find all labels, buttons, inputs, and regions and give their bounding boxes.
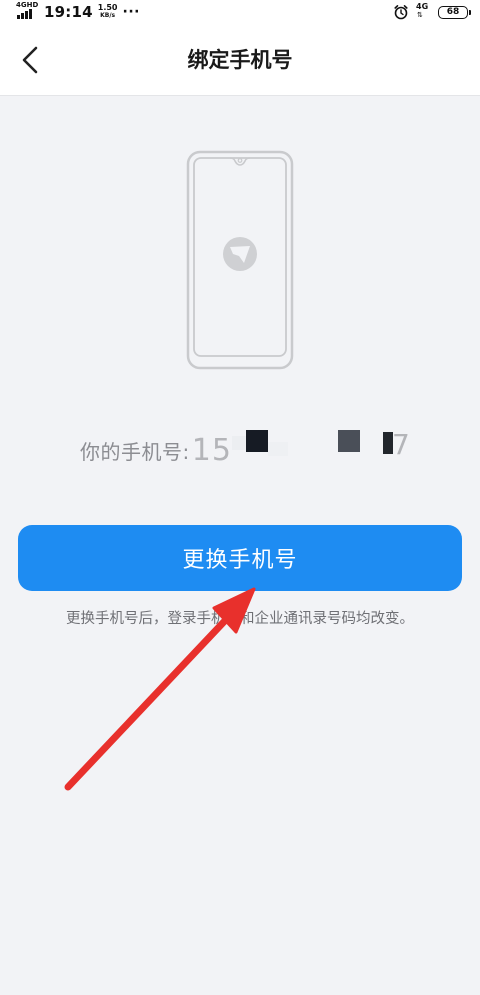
data-type: 4G ⇅ — [414, 2, 432, 22]
phone-number-row: 你的手机号: 15 — [80, 430, 232, 470]
nav-bar: 绑定手机号 — [0, 24, 480, 96]
redaction-mark — [338, 430, 360, 452]
speed-unit: KB/s — [100, 12, 116, 19]
phone-number-label: 你的手机号: — [80, 439, 190, 464]
app-logo-icon — [223, 237, 257, 271]
signal-icon: 4GHD — [16, 2, 40, 22]
status-left: 4GHD 19:14 1.50 KB/s ··· — [16, 2, 140, 22]
alarm-icon — [394, 5, 408, 20]
redaction-mark — [246, 430, 268, 452]
redaction-mark — [268, 442, 288, 456]
bottom-safe-area — [0, 979, 480, 995]
phone-illustration-icon — [186, 150, 294, 370]
data-arrows-icon: ⇅ — [417, 11, 423, 19]
battery-icon: 68 — [438, 5, 471, 19]
network-type: 4GHD — [16, 1, 39, 9]
status-bar: 4GHD 19:14 1.50 KB/s ··· 4G ⇅ 68 — [0, 0, 480, 24]
phone-number-value: 15 — [191, 432, 232, 468]
speed-value: 1.50 — [97, 3, 118, 12]
status-time: 19:14 — [44, 3, 93, 21]
data-type-label: 4G — [416, 2, 429, 11]
change-phone-hint: 更换手机号后，登录手机号和企业通讯录号码均改变。 — [66, 611, 414, 627]
change-phone-button[interactable]: 更换手机号 — [18, 525, 462, 591]
status-right: 4G ⇅ 68 — [393, 2, 471, 22]
phone-number-tail: 7 — [392, 428, 410, 461]
network-speed: 1.50 KB/s — [98, 4, 118, 20]
battery-level: 68 — [446, 7, 460, 17]
page-title: 绑定手机号 — [187, 48, 293, 72]
more-notifications-icon: ··· — [122, 4, 140, 20]
